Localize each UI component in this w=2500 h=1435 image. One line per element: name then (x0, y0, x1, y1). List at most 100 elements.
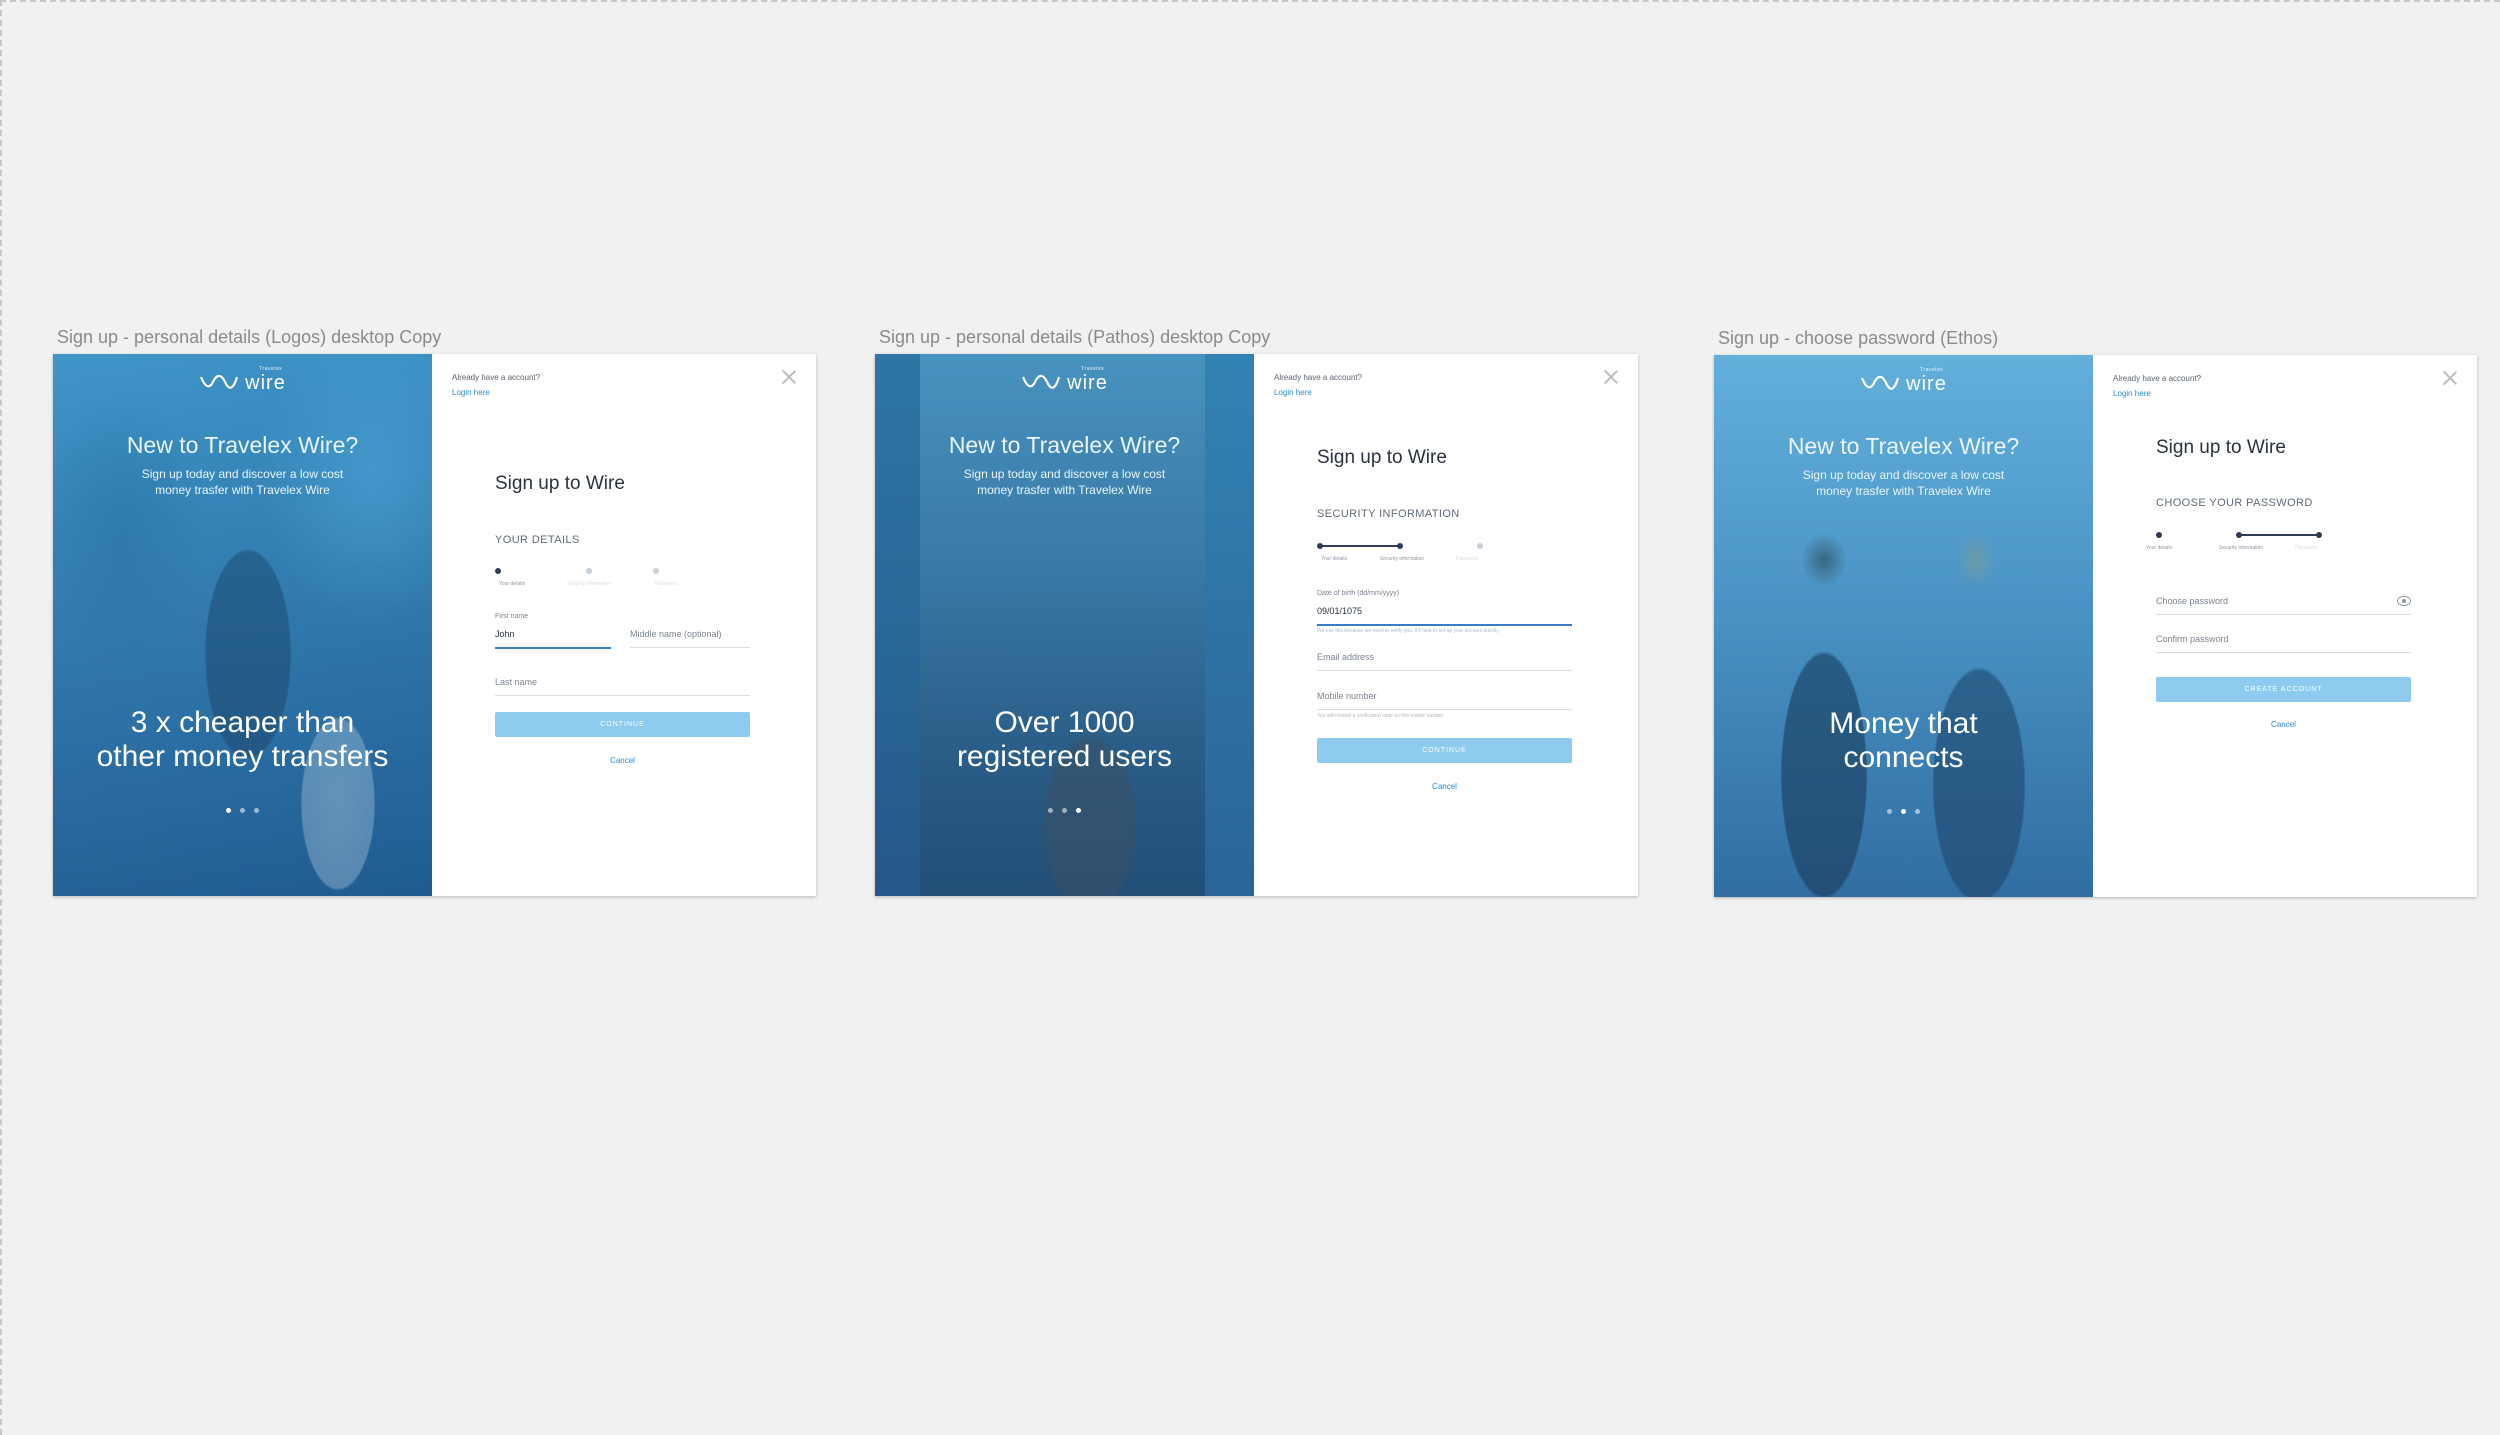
hero-claim: Money that connects (1714, 707, 2093, 775)
first-name-field[interactable]: First name John (495, 613, 611, 649)
hero-claim-line1: 3 x cheaper than (130, 706, 355, 739)
step-3-node (653, 568, 659, 574)
step-3-node (1477, 543, 1483, 549)
password-placeholder: Choose password (2156, 596, 2229, 606)
hero-claim-line1: Over 1000 (994, 706, 1135, 739)
step-2-label: Security information (1379, 556, 1425, 562)
first-name-label: First name (495, 613, 529, 620)
continue-button[interactable]: CONTINUE (1317, 738, 1572, 763)
login-link[interactable]: Login here (452, 388, 490, 397)
logo-travelex-text: Travelex (259, 365, 283, 372)
email-field[interactable]: Email address (1317, 648, 1572, 671)
close-icon[interactable] (1603, 369, 1619, 385)
signup-modal: Travelex wire New to Travelex Wire? Sign… (1714, 355, 2477, 897)
step-1-node (2156, 532, 2162, 538)
canvas-top-edge (0, 0, 2500, 2)
cancel-link[interactable]: Cancel (1317, 782, 1572, 791)
logo-wordmark: Travelex wire (1906, 367, 1947, 396)
hero-subtitle: Sign up today and discover a low cost mo… (141, 467, 344, 497)
section-label: SECURITY INFORMATION (1317, 508, 1460, 520)
last-name-field[interactable]: Last name (495, 673, 750, 696)
step-3-label: Password (1456, 556, 1478, 562)
logo-travelex-text: Travelex (1920, 366, 1944, 373)
wire-logo: Travelex wire (53, 366, 432, 398)
carousel-dot-2[interactable] (1062, 808, 1067, 813)
already-account-text: Already have a account? (1274, 373, 1363, 382)
confirm-password-field[interactable]: Confirm password (2156, 630, 2411, 653)
step-2-label: Security information (566, 581, 612, 587)
form-title: Sign up to Wire (1317, 447, 1447, 468)
already-account-text: Already have a account? (2113, 374, 2202, 383)
form-title: Sign up to Wire (495, 473, 625, 494)
artboard-label[interactable]: Sign up - personal details (Pathos) desk… (879, 327, 1270, 348)
cancel-link[interactable]: Cancel (495, 756, 750, 765)
hero-title: New to Travelex Wire? (1787, 433, 2020, 459)
close-icon[interactable] (781, 369, 797, 385)
dob-label: Date of birth (dd/mm/yyyy) (1317, 590, 1400, 597)
email-placeholder: Email address (1317, 652, 1375, 662)
logo-travelex-text: Travelex (1081, 365, 1105, 372)
continue-button[interactable]: CONTINUE (495, 712, 750, 737)
artboard-label[interactable]: Sign up - choose password (Ethos) (1718, 328, 1998, 349)
carousel-dot-2[interactable] (1901, 809, 1906, 814)
carousel-dot-1[interactable] (1887, 809, 1892, 814)
cancel-link[interactable]: Cancel (2156, 720, 2411, 729)
last-name-placeholder: Last name (495, 677, 538, 687)
hero-claim: 3 x cheaper than other money transfers (53, 706, 432, 774)
create-account-button[interactable]: CREATE ACCOUNT (2156, 677, 2411, 702)
step-2-label: Security information (2218, 545, 2264, 551)
carousel-dot-1[interactable] (226, 808, 231, 813)
hero-claim-line2: other money transfers (96, 740, 389, 773)
hero-claim-line2: registered users (956, 740, 1173, 773)
hero-claim-line2: connects (1843, 741, 1964, 774)
eye-icon[interactable] (2397, 596, 2411, 606)
hero-claim: Over 1000 registered users (875, 706, 1254, 774)
wire-logo-icon (1021, 374, 1061, 392)
carousel-dot-3[interactable] (1076, 808, 1081, 813)
carousel-dot-3[interactable] (254, 808, 259, 813)
step-1-label: Your details (2146, 545, 2172, 551)
mobile-field[interactable]: Mobile number You will receive a verific… (1317, 687, 1572, 719)
confirm-password-placeholder: Confirm password (2156, 634, 2229, 644)
wire-logo: Travelex wire (1714, 367, 2093, 399)
carousel-dot-1[interactable] (1048, 808, 1053, 813)
carousel-dots (53, 808, 432, 813)
carousel-dot-2[interactable] (240, 808, 245, 813)
form-panel: Already have a account? Login here Sign … (432, 354, 816, 896)
choose-password-field[interactable]: Choose password (2156, 592, 2411, 615)
section-label: CHOOSE YOUR PASSWORD (2156, 497, 2313, 509)
progress-stepper: Your details Security information Passwo… (495, 568, 677, 598)
stepper-progress-bar (1320, 545, 1400, 547)
step-1-node (1317, 543, 1323, 549)
middle-name-field[interactable]: Middle name (optional) (630, 625, 750, 648)
hero-title: New to Travelex Wire? (948, 432, 1181, 458)
login-link[interactable]: Login here (1274, 388, 1312, 397)
carousel-dot-3[interactable] (1915, 809, 1920, 814)
step-3-label: Password (655, 581, 677, 587)
signup-modal: Travelex wire New to Travelex Wire? Sign… (875, 354, 1638, 896)
hero-title: New to Travelex Wire? (126, 432, 359, 458)
already-account-text: Already have a account? (452, 373, 541, 382)
step-2-node (2236, 532, 2242, 538)
carousel-dots (875, 808, 1254, 813)
hero-subtitle: Sign up today and discover a low cost mo… (1802, 468, 2005, 498)
logo-wordmark: Travelex wire (245, 366, 286, 395)
step-1-node (495, 568, 501, 574)
wire-logo-icon (199, 374, 239, 392)
login-link[interactable]: Login here (2113, 389, 2151, 398)
date-of-birth-field[interactable]: Date of birth (dd/mm/yyyy) 09/01/1075 We… (1317, 590, 1572, 634)
canvas-left-edge (0, 0, 2, 1435)
step-2-node (586, 568, 592, 574)
form-title: Sign up to Wire (2156, 437, 2286, 458)
dob-hint: We use this because we need to verify yo… (1317, 628, 1500, 634)
section-label: YOUR DETAILS (495, 534, 580, 546)
close-icon[interactable] (2442, 370, 2458, 386)
progress-stepper: Your details Security information Passwo… (2146, 532, 2336, 562)
hero-claim-line1: Money that (1829, 707, 1978, 740)
first-name-value: John (495, 629, 515, 639)
step-3-label: Password (2295, 545, 2317, 551)
logo-wire-text: wire (245, 371, 286, 394)
step-1-label: Your details (1321, 556, 1347, 562)
hero-panel: Travelex wire New to Travelex Wire? Sign… (875, 354, 1254, 896)
artboard-label[interactable]: Sign up - personal details (Logos) deskt… (57, 327, 441, 348)
